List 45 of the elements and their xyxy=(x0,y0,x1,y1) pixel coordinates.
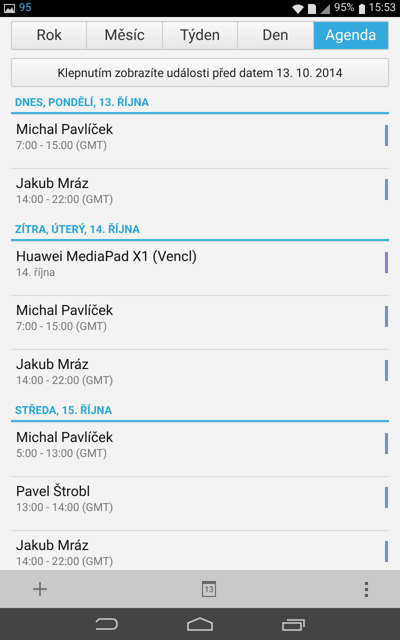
event-title: Huawei MediaPad X1 (Vencl) xyxy=(16,249,198,266)
event-title: Jakub Mráz xyxy=(16,176,90,193)
event-row[interactable]: Jakub Mráz 14:00 - 22:00 (GMT) xyxy=(11,168,389,222)
view-tab[interactable]: Měsíc xyxy=(86,22,162,49)
event-time: 14:00 - 22:00 (GMT) xyxy=(16,555,114,568)
event-time: 14:00 - 22:00 (GMT) xyxy=(16,374,114,387)
battery-percent: 95% xyxy=(334,0,355,16)
signal-icon xyxy=(320,4,330,14)
event-row[interactable]: Huawei MediaPad X1 (Vencl) 14. října xyxy=(11,241,389,295)
battery-icon xyxy=(358,4,365,14)
event-row[interactable]: Michal Pavlíček 7:00 - 15:00 (GMT) xyxy=(11,295,389,349)
show-earlier-events-button[interactable]: Klepnutím zobrazíte události před datem 13. 10. 2014 xyxy=(11,58,389,87)
event-row[interactable]: Pavel Štrobl 13:00 - 14:00 (GMT) xyxy=(11,476,389,530)
back-icon[interactable] xyxy=(94,617,118,631)
picture-notification-icon xyxy=(4,4,15,13)
event-time: 7:00 - 15:00 (GMT) xyxy=(16,320,108,333)
notification-count: 95 xyxy=(19,0,32,16)
event-row[interactable]: Jakub Mráz 14:00 - 22:00 (GMT) xyxy=(11,349,389,403)
day-header: DNES, PONDĚLÍ, 13. ŘÍJNA xyxy=(11,95,389,114)
event-time: 13:00 - 14:00 (GMT) xyxy=(16,501,114,514)
wifi-icon xyxy=(292,4,304,14)
clock: 15:53 xyxy=(368,0,396,16)
event-time: 7:00 - 15:00 (GMT) xyxy=(16,139,108,152)
event-title: Jakub Mráz xyxy=(16,357,90,374)
add-icon[interactable] xyxy=(32,581,48,597)
view-tab[interactable]: Týden xyxy=(162,22,238,49)
home-icon[interactable] xyxy=(186,617,213,631)
event-time: 14. října xyxy=(16,266,56,279)
event-title: Michal Pavlíček xyxy=(16,122,114,139)
event-row[interactable]: Michal Pavlíček 5:00 - 13:00 (GMT) xyxy=(11,422,389,476)
event-row[interactable]: Michal Pavlíček 7:00 - 15:00 (GMT) xyxy=(11,114,389,168)
recent-apps-icon[interactable] xyxy=(282,617,306,631)
event-time: 5:00 - 13:00 (GMT) xyxy=(16,447,108,460)
day-header: STŘEDA, 15. ŘÍJNA xyxy=(11,403,389,422)
view-tab[interactable]: Den xyxy=(237,22,313,49)
event-time: 14:00 - 22:00 (GMT) xyxy=(16,193,114,206)
view-tab[interactable]: Rok xyxy=(12,22,86,49)
day-header: ZÍTRA, ÚTERÝ, 14. ŘÍJNA xyxy=(11,222,389,241)
sim-icon xyxy=(308,4,316,14)
event-title: Jakub Mráz xyxy=(16,538,90,555)
event-title: Pavel Štrobl xyxy=(16,484,92,501)
event-title: Michal Pavlíček xyxy=(16,430,114,447)
overflow-menu-icon[interactable] xyxy=(364,582,368,596)
today-calendar-icon[interactable]: 13 xyxy=(202,581,216,597)
event-title: Michal Pavlíček xyxy=(16,303,114,320)
